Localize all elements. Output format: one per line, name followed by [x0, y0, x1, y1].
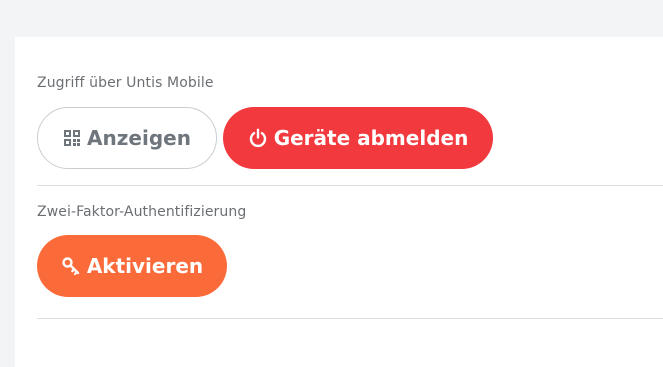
section-divider	[37, 185, 663, 186]
show-qr-button[interactable]: Anzeigen	[37, 107, 217, 169]
qr-code-icon	[63, 129, 81, 147]
access-section-label: Zugriff über Untis Mobile	[37, 75, 214, 91]
logout-devices-button-label: Geräte abmelden	[273, 126, 469, 150]
activate-2fa-button-label: Aktivieren	[86, 254, 204, 278]
activate-2fa-button[interactable]: Aktivieren	[37, 235, 227, 297]
settings-panel: Zugriff über Untis Mobile Anzeigen Gerät…	[15, 37, 663, 367]
power-icon	[248, 128, 268, 148]
section-divider	[37, 318, 663, 319]
key-icon	[61, 256, 81, 276]
show-qr-button-label: Anzeigen	[87, 126, 191, 150]
two-factor-section-label: Zwei-Faktor-Authentifizierung	[37, 204, 247, 220]
logout-devices-button[interactable]: Geräte abmelden	[223, 107, 493, 169]
